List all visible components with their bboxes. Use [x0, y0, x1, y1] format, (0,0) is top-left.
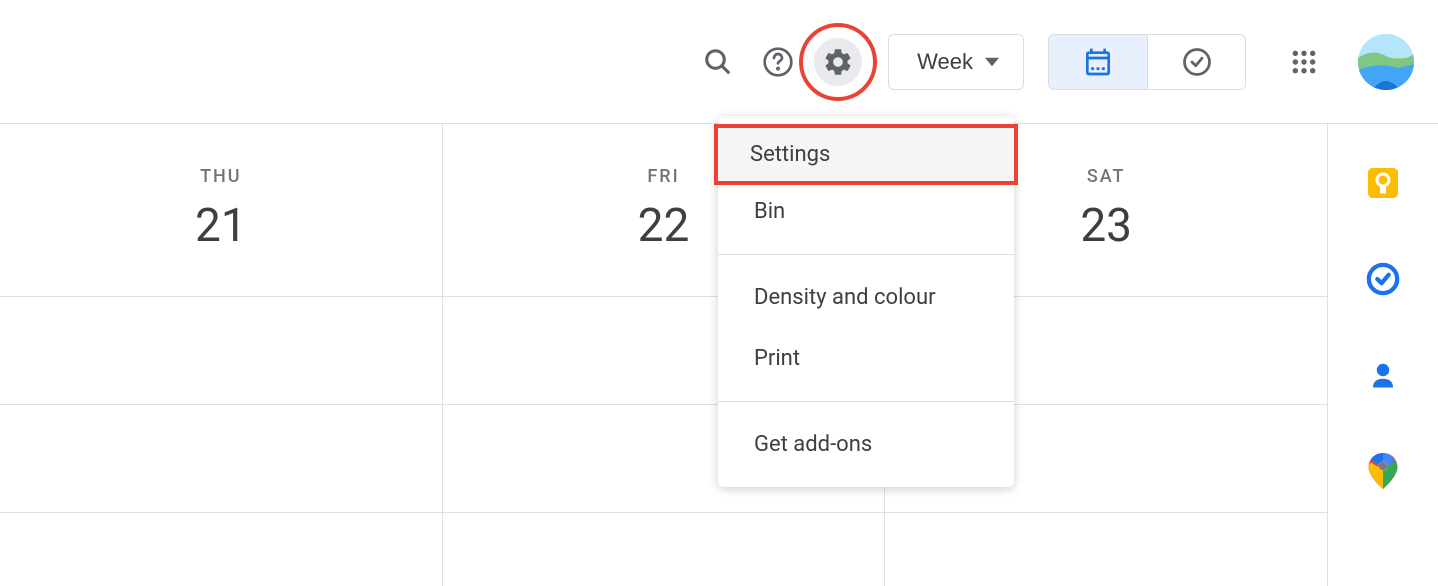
- gear-icon: [822, 46, 854, 78]
- check-circle-icon: [1182, 47, 1212, 77]
- avatar-image: [1358, 34, 1414, 90]
- menu-item-label: Settings: [750, 142, 830, 167]
- search-icon: [703, 47, 733, 77]
- chevron-down-icon: [985, 55, 999, 69]
- keep-icon: [1365, 165, 1401, 201]
- menu-item-label: Print: [754, 346, 800, 371]
- side-panel: [1328, 124, 1438, 586]
- day-number[interactable]: 21: [0, 199, 442, 253]
- tasks-icon: [1366, 262, 1400, 296]
- day-name: THU: [0, 166, 442, 187]
- menu-item-label: Get add-ons: [754, 432, 872, 457]
- help-icon: [762, 46, 794, 78]
- calendar-icon: [1082, 46, 1114, 78]
- apps-grid-icon: [1291, 49, 1317, 75]
- menu-item-print[interactable]: Print: [718, 328, 1014, 389]
- app-header: Week: [0, 0, 1438, 124]
- contacts-icon: [1368, 360, 1398, 390]
- search-button[interactable]: [694, 38, 742, 86]
- help-button[interactable]: [754, 38, 802, 86]
- menu-item-bin[interactable]: Bin: [718, 181, 1014, 242]
- menu-item-label: Bin: [754, 199, 785, 224]
- view-selector[interactable]: Week: [888, 34, 1024, 90]
- contacts-button[interactable]: [1364, 356, 1402, 394]
- menu-item-label: Density and colour: [754, 285, 936, 310]
- google-apps-button[interactable]: [1280, 38, 1328, 86]
- settings-button[interactable]: [814, 38, 862, 86]
- keep-button[interactable]: [1364, 164, 1402, 202]
- menu-divider: [718, 254, 1014, 255]
- tasks-button[interactable]: [1364, 260, 1402, 298]
- account-avatar[interactable]: [1358, 34, 1414, 90]
- menu-item-get-addons[interactable]: Get add-ons: [718, 414, 1014, 475]
- calendar-view-button[interactable]: [1049, 35, 1147, 89]
- menu-item-density-colour[interactable]: Density and colour: [718, 267, 1014, 328]
- view-mode-toggle: [1048, 34, 1246, 90]
- day-column-thu[interactable]: THU 21: [0, 124, 443, 586]
- tasks-view-button[interactable]: [1147, 35, 1245, 89]
- calendar-grid: THU 21 FRI 22 SAT 23: [0, 124, 1328, 586]
- menu-item-settings[interactable]: Settings: [714, 124, 1018, 185]
- menu-divider: [718, 401, 1014, 402]
- settings-dropdown-menu: Settings Bin Density and colour Print Ge…: [718, 116, 1014, 487]
- maps-button[interactable]: [1364, 452, 1402, 490]
- view-selector-label: Week: [917, 49, 973, 75]
- maps-pin-icon: [1368, 453, 1398, 489]
- day-header: THU 21: [0, 124, 442, 253]
